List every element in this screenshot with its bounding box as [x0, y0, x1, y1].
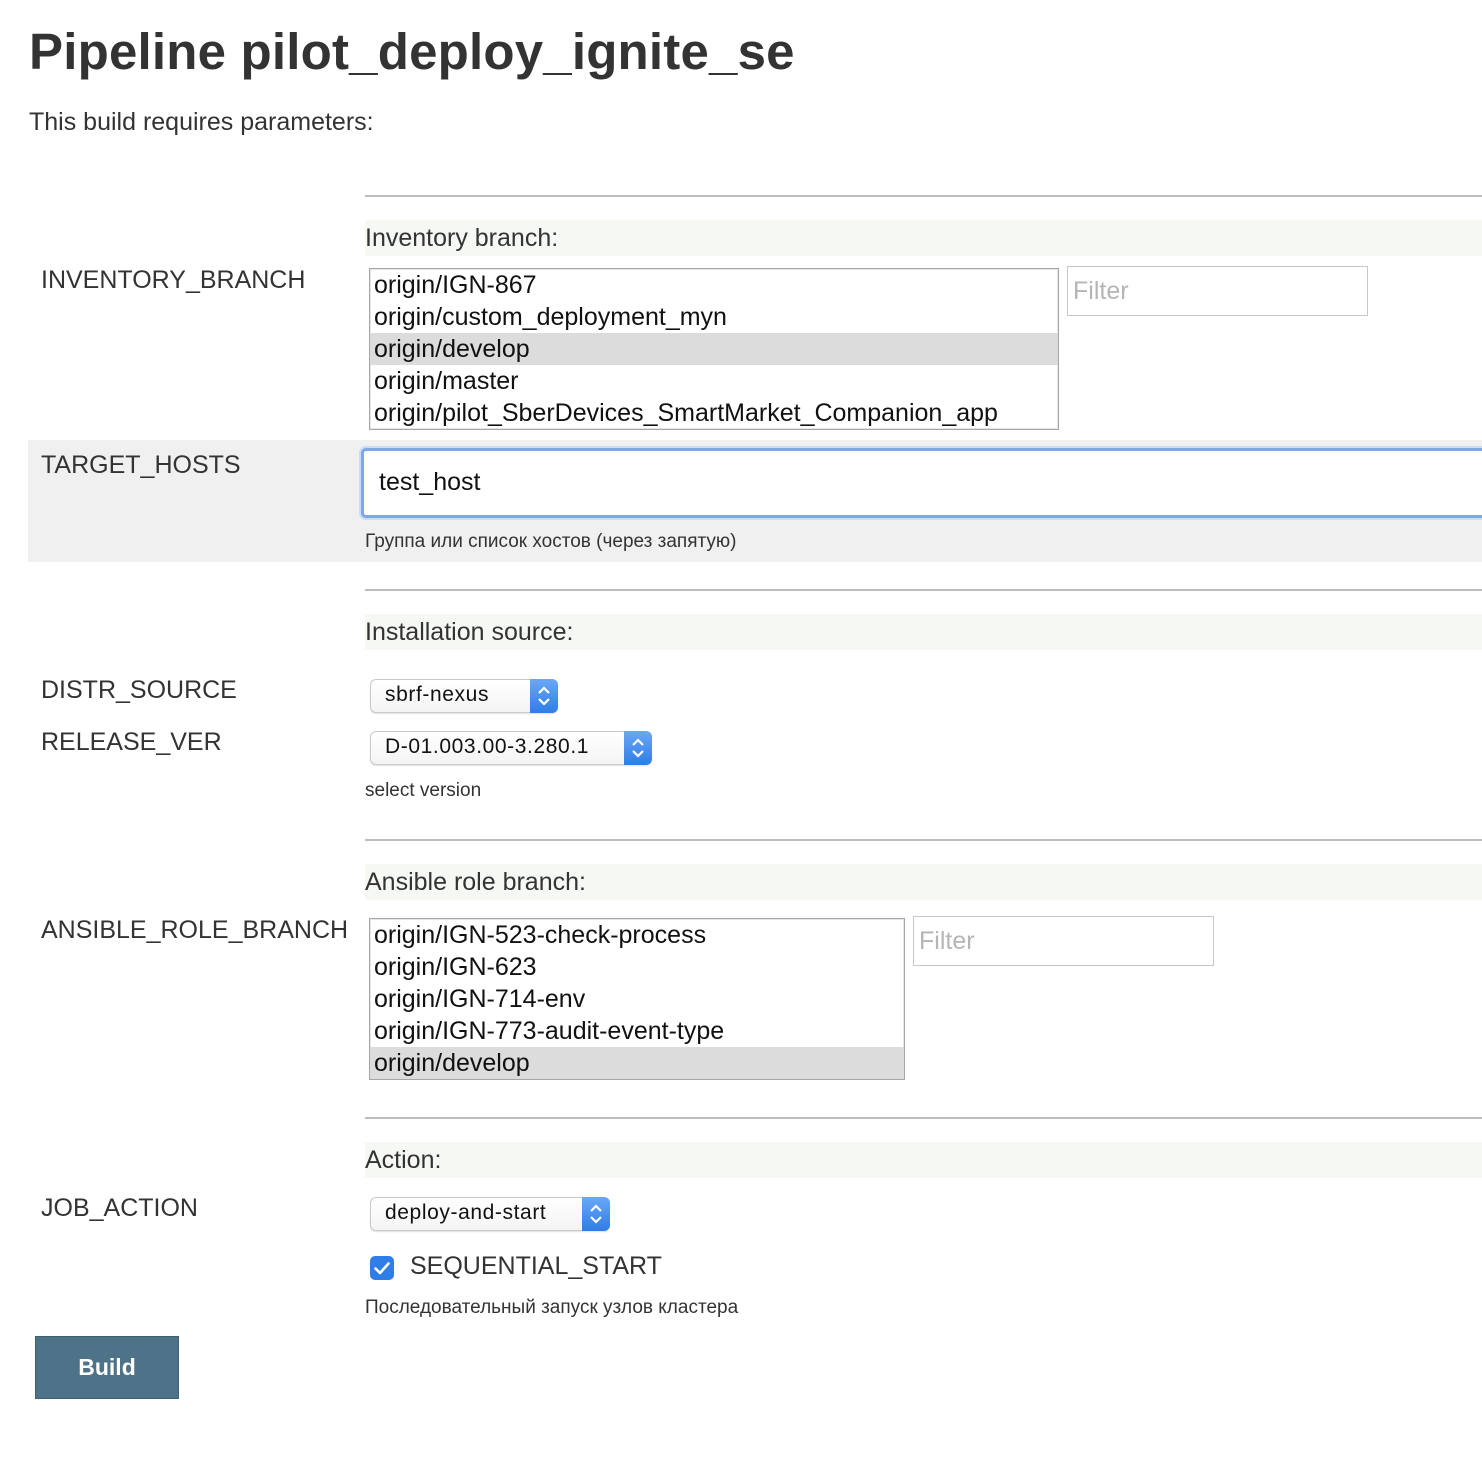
inventory-branch-listbox[interactable]: origin/IGN-867 origin/custom_deployment_…	[369, 268, 1059, 430]
inventory-filter-input[interactable]: Filter	[1067, 266, 1368, 316]
target-hosts-value: test_host	[379, 468, 481, 496]
job-action-label: JOB_ACTION	[41, 1194, 198, 1222]
distr-source-select[interactable]: sbrf-nexus	[370, 679, 558, 713]
checkmark-icon	[374, 1262, 390, 1275]
release-ver-help: select version	[365, 780, 482, 801]
section-divider	[365, 1117, 1482, 1119]
sequential-start-checkbox[interactable]	[370, 1256, 394, 1280]
release-ver-value: D-01.003.00-3.280.1	[385, 735, 590, 758]
action-section-title: Action:	[365, 1142, 1482, 1178]
ansible-role-branch-listbox[interactable]: origin/IGN-523-check-process origin/IGN-…	[369, 918, 905, 1080]
chevron-updown-icon	[582, 1197, 610, 1231]
list-option[interactable]: origin/pilot_SberDevices_SmartMarket_Com…	[370, 397, 1058, 429]
list-option[interactable]: origin/IGN-867	[370, 269, 1058, 301]
target-hosts-input[interactable]: test_host	[361, 448, 1482, 518]
sequential-start-label[interactable]: SEQUENTIAL_START	[410, 1252, 662, 1281]
section-divider	[365, 589, 1482, 591]
page-subtitle: This build requires parameters:	[29, 108, 374, 136]
list-option-selected[interactable]: origin/develop	[370, 333, 1058, 365]
installation-section-title: Installation source:	[365, 614, 1482, 650]
sequential-start-help: Последовательный запуск узлов кластера	[365, 1297, 739, 1318]
distr-source-label: DISTR_SOURCE	[41, 676, 237, 704]
list-option[interactable]: origin/master	[370, 365, 1058, 397]
release-ver-select[interactable]: D-01.003.00-3.280.1	[370, 731, 652, 765]
ansible-role-branch-label: ANSIBLE_ROLE_BRANCH	[41, 916, 349, 944]
list-option[interactable]: origin/IGN-714-env	[370, 983, 904, 1015]
chevron-updown-icon	[530, 679, 558, 713]
distr-source-value: sbrf-nexus	[385, 683, 490, 706]
target-hosts-help: Группа или список хостов (через запятую)	[365, 531, 737, 552]
release-ver-label: RELEASE_VER	[41, 728, 222, 756]
inventory-section-title: Inventory branch:	[365, 220, 1482, 256]
chevron-updown-icon	[624, 731, 652, 765]
target-hosts-label: TARGET_HOSTS	[41, 451, 241, 479]
job-action-value: deploy-and-start	[385, 1201, 547, 1224]
section-divider	[365, 195, 1482, 197]
list-option-selected[interactable]: origin/develop	[370, 1047, 904, 1079]
list-option[interactable]: origin/IGN-523-check-process	[370, 919, 904, 951]
ansible-section-title: Ansible role branch:	[365, 864, 1482, 900]
job-action-select[interactable]: deploy-and-start	[370, 1197, 610, 1231]
ansible-filter-input[interactable]: Filter	[913, 916, 1214, 966]
list-option[interactable]: origin/IGN-773-audit-event-type	[370, 1015, 904, 1047]
list-option[interactable]: origin/IGN-623	[370, 951, 904, 983]
inventory-branch-label: INVENTORY_BRANCH	[41, 266, 306, 294]
build-button[interactable]: Build	[35, 1336, 179, 1399]
list-option[interactable]: origin/custom_deployment_myn	[370, 301, 1058, 333]
page-title: Pipeline pilot_deploy_ignite_se	[29, 23, 795, 80]
section-divider	[365, 839, 1482, 841]
